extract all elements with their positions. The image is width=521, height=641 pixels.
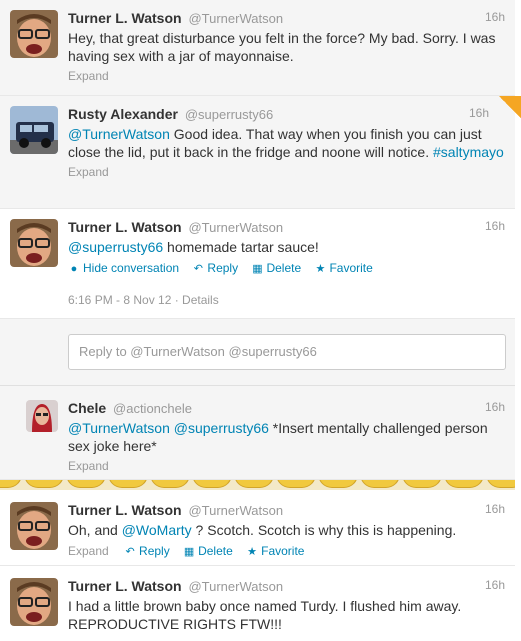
expand-link[interactable]: Expand	[68, 544, 109, 558]
author-name[interactable]: Turner L. Watson	[68, 10, 182, 26]
tweet-actions: Expand ↶ Reply ▦ Delete ★ Favorite	[68, 544, 505, 558]
author-handle[interactable]: @TurnerWatson	[188, 503, 283, 518]
avatar[interactable]	[10, 578, 58, 626]
timestamp[interactable]: 16h	[485, 10, 505, 24]
author-name[interactable]: Chele	[68, 400, 106, 416]
avatar[interactable]	[26, 400, 58, 432]
retweet-corner-badge	[499, 96, 521, 118]
reply-button[interactable]: ↶ Reply	[192, 261, 238, 275]
tweet-text: I had a little brown baby once named Tur…	[68, 598, 462, 632]
timestamp[interactable]: 16h	[485, 400, 505, 414]
favorite-button[interactable]: ★ Favorite	[314, 261, 373, 275]
trash-icon: ▦	[183, 546, 195, 558]
tweet-text: @TurnerWatson Good idea. That way when y…	[68, 125, 505, 161]
timestamp[interactable]: 16h	[485, 578, 505, 592]
author-handle[interactable]: @TurnerWatson	[188, 11, 283, 26]
author-handle[interactable]: @superrusty66	[185, 107, 273, 122]
reply-input[interactable]: Reply to @TurnerWatson @superrusty66	[68, 334, 506, 370]
avatar[interactable]	[10, 106, 58, 154]
hide-conversation-button[interactable]: ● Hide conversation	[68, 261, 179, 275]
mention-link[interactable]: @TurnerWatson	[68, 420, 170, 436]
hashtag-link[interactable]: #saltymayo	[433, 144, 504, 160]
mention-link[interactable]: @superrusty66	[174, 420, 269, 436]
tweet-timestamp-details[interactable]: 6:16 PM - 8 Nov 12 · Details	[68, 293, 505, 307]
star-icon: ★	[315, 263, 326, 275]
tweet-text: Hey, that great disturbance you felt in …	[68, 30, 496, 64]
tweet[interactable]: Rusty Alexander @superrusty66 16h @Turne…	[0, 96, 515, 209]
expand-link[interactable]: Expand	[68, 69, 505, 83]
mention-link[interactable]: @TurnerWatson	[68, 126, 170, 142]
timestamp[interactable]: 16h	[469, 106, 489, 120]
expand-link[interactable]: Expand	[68, 165, 505, 179]
tweet-expanded[interactable]: Turner L. Watson @TurnerWatson 16h @supe…	[0, 209, 515, 319]
author-name[interactable]: Turner L. Watson	[68, 502, 182, 518]
favorite-button[interactable]: ★ Favorite	[246, 544, 304, 558]
author-name[interactable]: Turner L. Watson	[68, 219, 182, 235]
tweet-body: homemade tartar sauce!	[163, 239, 319, 255]
author-name[interactable]: Turner L. Watson	[68, 578, 182, 594]
reply-area: Reply to @TurnerWatson @superrusty66	[0, 319, 515, 386]
tweet-actions: ● Hide conversation ↶ Reply ▦ Delete ★ Favor…	[68, 261, 505, 275]
tweet[interactable]: Turner L. Watson @TurnerWatson 16h I had…	[0, 566, 515, 641]
decorative-banner-strip	[0, 480, 515, 490]
tweet-text: Oh, and @WoMarty ? Scotch. Scotch is why…	[68, 522, 457, 538]
tweet[interactable]: Chele @actionchele 16h @TurnerWatson @su…	[0, 386, 515, 480]
author-handle[interactable]: @actionchele	[113, 401, 192, 416]
mention-link[interactable]: @superrusty66	[68, 239, 163, 255]
mention-link[interactable]: @WoMarty	[122, 522, 192, 538]
avatar[interactable]	[10, 219, 58, 267]
tweet-text: @superrusty66 homemade tartar sauce!	[68, 238, 505, 256]
avatar[interactable]	[10, 502, 58, 550]
tweet[interactable]: Turner L. Watson @TurnerWatson 16h Oh, a…	[0, 490, 515, 566]
speech-bubble-icon: ●	[70, 263, 78, 275]
tweet[interactable]: Turner L. Watson @TurnerWatson 16h Hey, …	[0, 0, 515, 96]
delete-button[interactable]: ▦ Delete	[251, 261, 301, 275]
expand-link[interactable]: Expand	[68, 459, 505, 473]
delete-button[interactable]: ▦ Delete	[183, 544, 233, 558]
timestamp[interactable]: 16h	[485, 219, 505, 233]
author-handle[interactable]: @TurnerWatson	[188, 220, 283, 235]
author-handle[interactable]: @TurnerWatson	[188, 579, 283, 594]
timestamp[interactable]: 16h	[485, 502, 505, 516]
author-name[interactable]: Rusty Alexander	[68, 106, 178, 122]
reply-button[interactable]: ↶ Reply	[124, 544, 169, 558]
reply-arrow-icon: ↶	[125, 546, 135, 558]
tweet-text: @TurnerWatson @superrusty66 *Insert ment…	[68, 419, 505, 455]
reply-arrow-icon: ↶	[193, 263, 204, 275]
avatar[interactable]	[10, 10, 58, 58]
trash-icon: ▦	[252, 263, 263, 275]
star-icon: ★	[247, 546, 258, 558]
